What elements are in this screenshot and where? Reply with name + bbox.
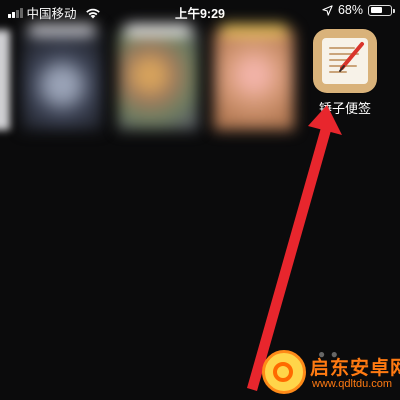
- watermark-title: 启东安卓网: [310, 358, 400, 379]
- watermark: 启东安卓网 www.qdltdu.com: [262, 350, 400, 400]
- watermark-url: www.qdltdu.com: [312, 378, 393, 390]
- watermark-logo-icon: [262, 350, 306, 394]
- annotation-arrow-icon: [247, 105, 342, 391]
